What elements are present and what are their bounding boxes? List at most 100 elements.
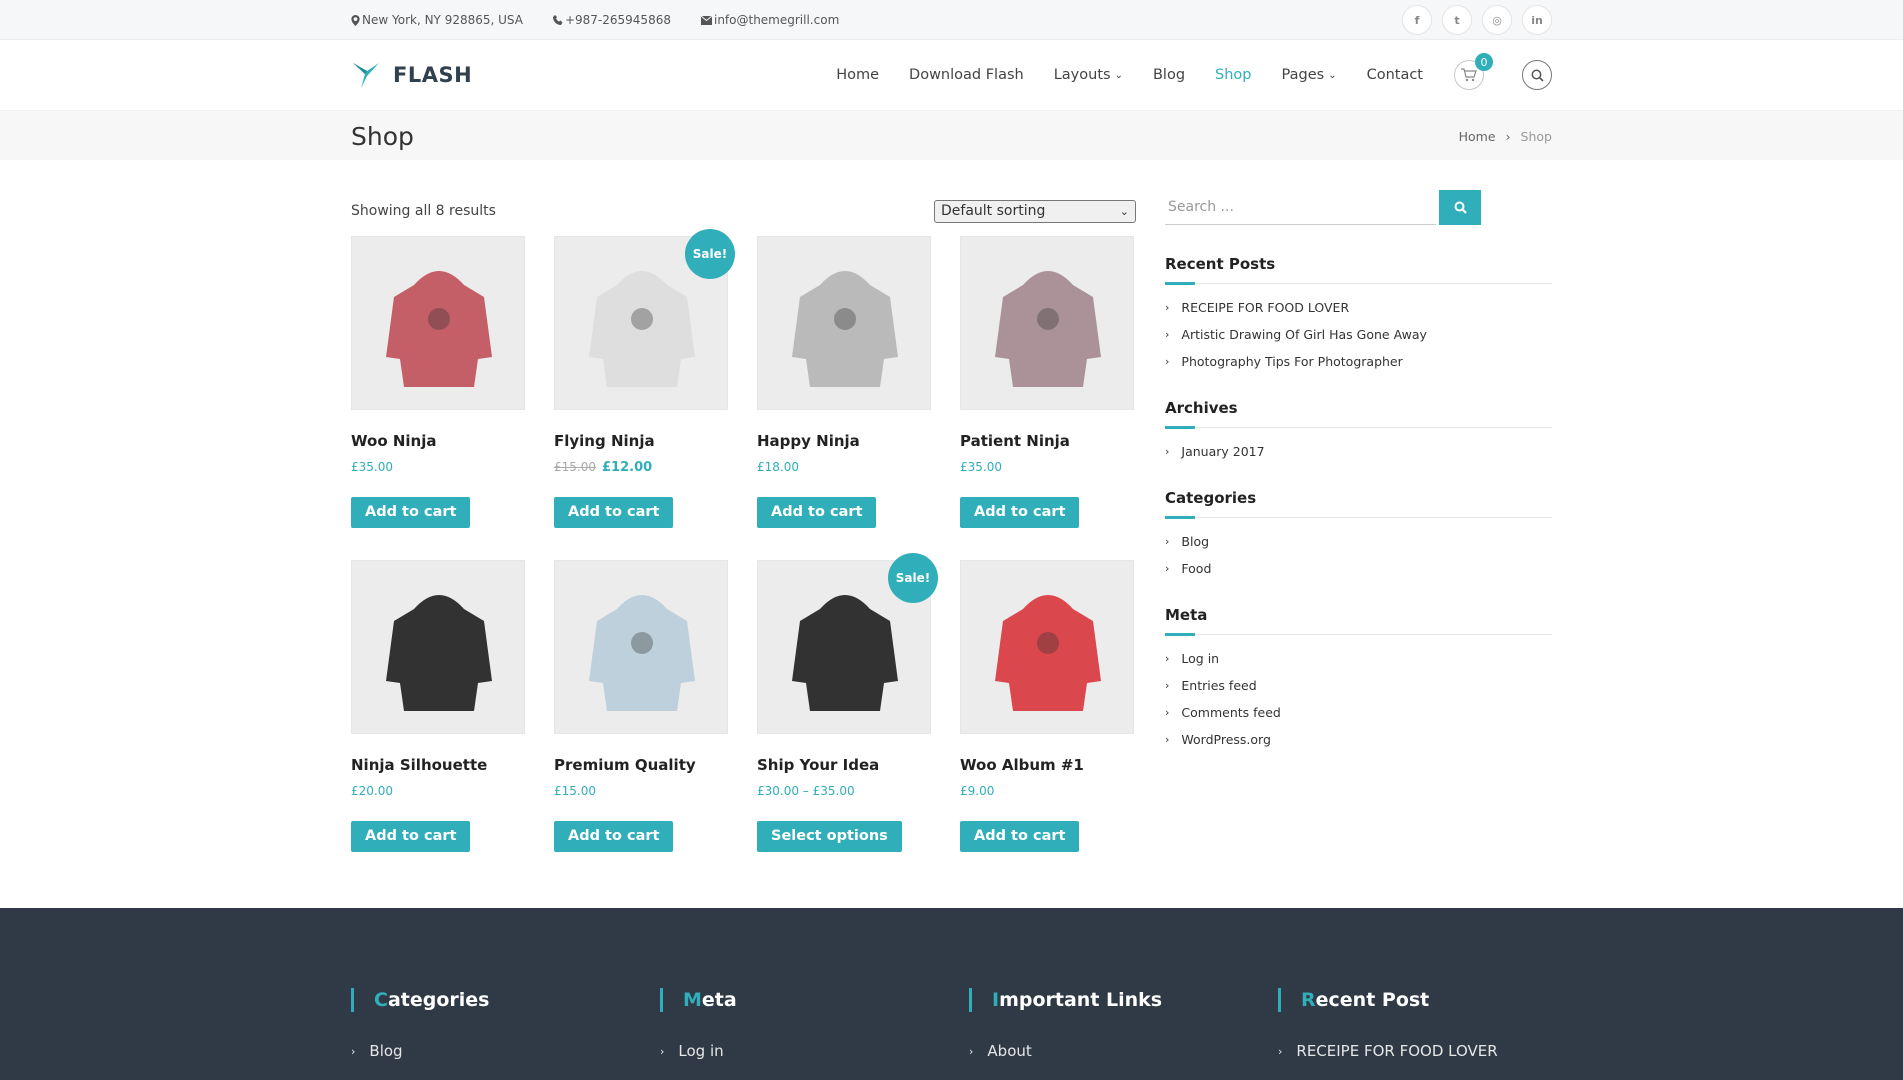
widget-link[interactable]: Comments feed: [1181, 705, 1280, 720]
sort-select[interactable]: Default sorting ⌄: [934, 199, 1136, 223]
nav-shop[interactable]: Shop: [1215, 67, 1251, 83]
product-image[interactable]: [960, 560, 1134, 734]
breadcrumb-home[interactable]: Home: [1459, 129, 1496, 144]
add-to-cart-button[interactable]: Add to cart: [554, 497, 674, 528]
widget-list-item: › Food: [1165, 561, 1552, 576]
widget-link[interactable]: Artistic Drawing Of Girl Has Gone Away: [1181, 327, 1427, 342]
nav-pages[interactable]: Pages ⌄: [1282, 67, 1337, 83]
product-price-value: £20.00: [351, 784, 393, 798]
widget-link[interactable]: January 2017: [1181, 444, 1264, 459]
map-marker-icon: [351, 14, 360, 26]
logo-bird-icon: [353, 63, 379, 88]
email-text[interactable]: info@themegrill.com: [714, 13, 839, 27]
product-price-value: £9.00: [960, 784, 995, 798]
product-image[interactable]: [351, 560, 525, 734]
sidebar-search-button[interactable]: [1439, 190, 1481, 225]
add-to-cart-button[interactable]: Add to cart: [757, 497, 877, 528]
product-price: £18.00: [757, 460, 931, 476]
nav-contact[interactable]: Contact: [1367, 67, 1423, 83]
widget-link[interactable]: Photography Tips For Photographer: [1181, 354, 1402, 369]
chevron-right-icon: ›: [969, 1044, 974, 1058]
chevron-right-icon: ›: [1165, 562, 1170, 575]
envelope-icon: [700, 15, 712, 25]
nav-home[interactable]: Home: [836, 67, 879, 83]
top-bar: New York, NY 928865, USA +987-265945868 …: [0, 0, 1903, 40]
widget-title: Categories: [1165, 489, 1552, 519]
product-title[interactable]: Patient Ninja: [960, 432, 1134, 450]
widget-link[interactable]: WordPress.org: [1181, 732, 1271, 747]
product-title[interactable]: Ninja Silhouette: [351, 756, 525, 774]
header-search-button[interactable]: [1522, 60, 1552, 90]
footer-link[interactable]: About: [987, 1042, 1031, 1060]
search-icon: [1454, 201, 1467, 214]
email-info[interactable]: info@themegrill.com: [700, 13, 839, 27]
product-thumbnail: [352, 237, 524, 409]
widget-list-item: › Artistic Drawing Of Girl Has Gone Away: [1165, 327, 1552, 342]
footer-columns: Categories › Blog Meta › Log in Important Link…: [351, 988, 1587, 1078]
product-image[interactable]: [351, 236, 525, 410]
add-to-cart-button[interactable]: Add to cart: [960, 821, 1080, 852]
phone-text: +987-265945868: [564, 13, 671, 27]
linkedin-icon[interactable]: in: [1522, 5, 1552, 35]
widget-link[interactable]: Entries feed: [1181, 678, 1256, 693]
widget-link[interactable]: Food: [1181, 561, 1211, 576]
sidebar: Search ... Recent Posts › RECEIPE FOR FOOD…: [1165, 160, 1552, 759]
nav-blog[interactable]: Blog: [1153, 67, 1185, 83]
cart-count-badge: 0: [1475, 53, 1493, 71]
footer-title-initial: I: [992, 989, 1000, 1011]
product-thumbnail: [758, 237, 930, 409]
widget-title: Meta: [1165, 606, 1552, 636]
twitter-icon[interactable]: t: [1442, 5, 1472, 35]
widget-list-item: › Entries feed: [1165, 678, 1552, 693]
product-title[interactable]: Woo Album #1: [960, 756, 1134, 774]
instagram-icon[interactable]: ◎: [1482, 5, 1512, 35]
widget-link[interactable]: RECEIPE FOR FOOD LOVER: [1181, 300, 1349, 315]
footer-column-title: Important Links: [969, 988, 1278, 1012]
product-image[interactable]: [757, 236, 931, 410]
sidebar-search-input[interactable]: Search ...: [1165, 190, 1436, 225]
site-footer: Categories › Blog Meta › Log in Important Link…: [0, 908, 1903, 1080]
chevron-right-icon: ›: [1165, 652, 1170, 665]
select-options-button[interactable]: Select options: [757, 821, 902, 852]
product-image[interactable]: [960, 236, 1134, 410]
chevron-right-icon: ›: [1165, 328, 1170, 341]
footer-link[interactable]: Log in: [678, 1042, 723, 1060]
chevron-right-icon: ›: [351, 1044, 356, 1058]
site-logo[interactable]: FLASH: [351, 60, 472, 90]
product-price: £9.00: [960, 784, 1134, 800]
product-card: Sale! Flying Ninja £15.00 £12.00 Add to c…: [554, 229, 735, 528]
add-to-cart-button[interactable]: Add to cart: [554, 821, 674, 852]
product-image[interactable]: [554, 560, 728, 734]
footer-column-important-links: Important Links › About: [969, 988, 1278, 1078]
address-text: New York, NY 928865, USA: [362, 13, 523, 27]
breadcrumb: Home › Shop: [1459, 129, 1552, 144]
shop-content: Showing all 8 results Default sorting ⌄ …: [351, 160, 1136, 852]
product-title[interactable]: Premium Quality: [554, 756, 728, 774]
widget-link[interactable]: Log in: [1181, 651, 1219, 666]
breadcrumb-current: Shop: [1520, 128, 1552, 144]
cart-button[interactable]: 0: [1454, 53, 1493, 90]
product-title[interactable]: Flying Ninja: [554, 432, 728, 450]
nav-layouts[interactable]: Layouts ⌄: [1054, 67, 1123, 83]
add-to-cart-button[interactable]: Add to cart: [351, 821, 471, 852]
facebook-icon[interactable]: f: [1402, 5, 1432, 35]
footer-title-rest: ategories: [387, 989, 490, 1011]
product-title[interactable]: Ship Your Idea: [757, 756, 931, 774]
product-title[interactable]: Happy Ninja: [757, 432, 931, 450]
sort-select-value: Default sorting: [941, 203, 1046, 219]
product-title[interactable]: Woo Ninja: [351, 432, 525, 450]
footer-link[interactable]: RECEIPE FOR FOOD LOVER: [1296, 1042, 1497, 1060]
widget-link[interactable]: Blog: [1181, 534, 1209, 549]
widget-list-item: › RECEIPE FOR FOOD LOVER: [1165, 300, 1552, 315]
add-to-cart-button[interactable]: Add to cart: [351, 497, 471, 528]
chevron-down-icon: ⌄: [1328, 69, 1337, 81]
site-header: FLASH Home Download Flash Layouts ⌄ Blog …: [351, 40, 1552, 110]
footer-title-initial: C: [374, 989, 388, 1011]
add-to-cart-button[interactable]: Add to cart: [960, 497, 1080, 528]
nav-download-flash[interactable]: Download Flash: [909, 67, 1024, 83]
product-card: Sale! Ship Your Idea £30.00 – £35.00 Sel…: [757, 553, 938, 852]
widget-meta: Meta › Log in › Entries feed › Comments feed › W…: [1165, 606, 1552, 747]
page-title-bar: Shop Home › Shop: [0, 110, 1903, 160]
footer-column-title: Categories: [351, 988, 660, 1012]
footer-link[interactable]: Blog: [369, 1042, 402, 1060]
